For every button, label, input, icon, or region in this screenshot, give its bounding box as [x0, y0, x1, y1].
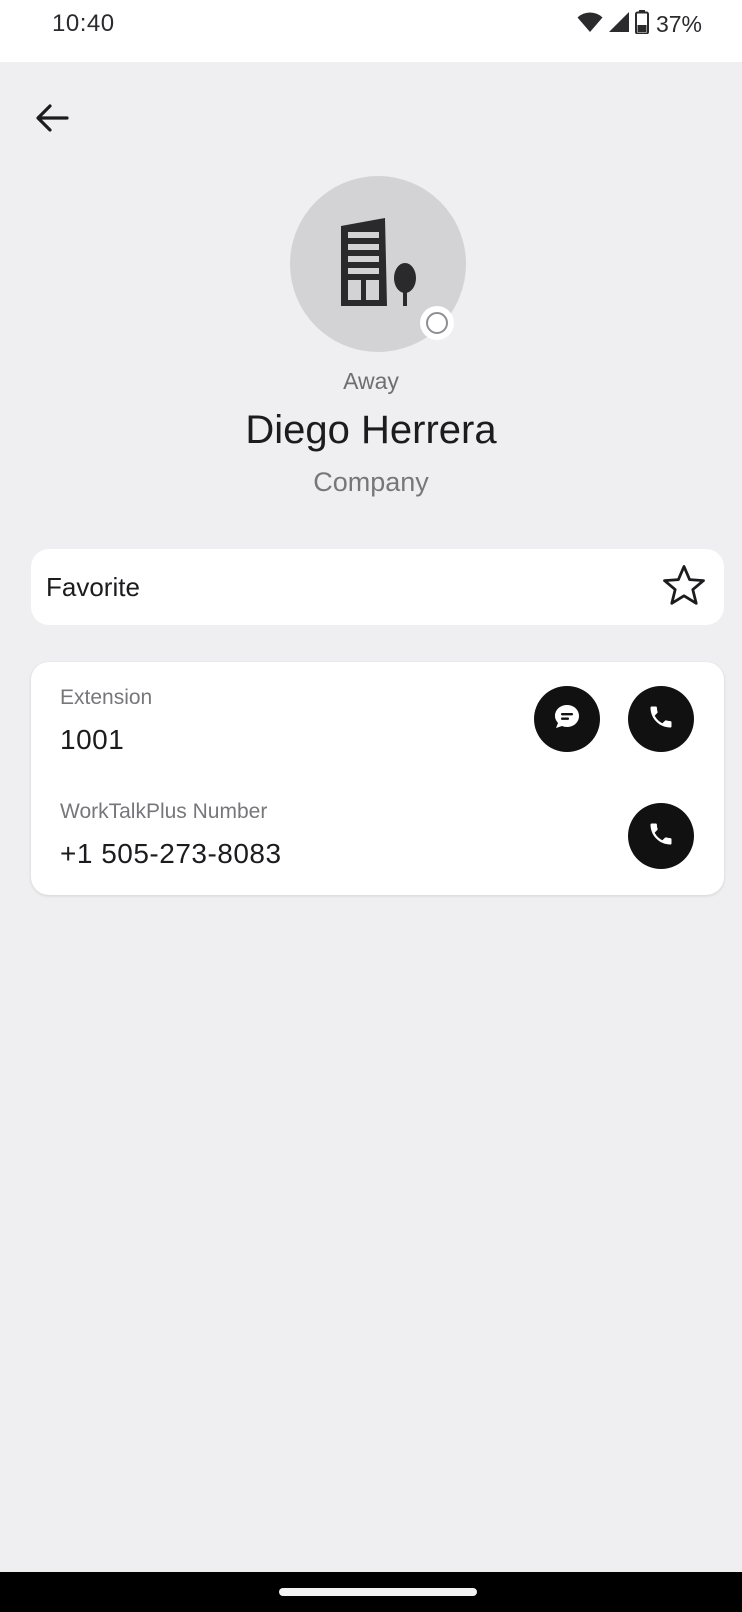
status-icons: 37% — [577, 9, 702, 39]
status-bar: 10:40 37% — [0, 0, 742, 62]
extension-row: Extension 1001 — [31, 662, 724, 772]
building-icon — [335, 214, 421, 315]
extension-label: Extension — [60, 686, 153, 709]
back-button[interactable] — [30, 98, 74, 142]
star-outline-icon — [662, 564, 706, 611]
battery-icon — [634, 9, 649, 39]
favorite-toggle[interactable] — [658, 561, 710, 613]
presence-status: Away — [343, 368, 399, 394]
arrow-left-icon — [35, 103, 69, 138]
contact-type: Company — [313, 467, 429, 497]
worktalkplus-label: WorkTalkPlus Number — [60, 800, 268, 823]
phone-icon — [647, 703, 675, 736]
extension-value: 1001 — [60, 724, 125, 755]
worktalkplus-value: +1 505-273-8083 — [60, 838, 282, 869]
call-worktalkplus-button[interactable] — [628, 803, 694, 869]
battery-percent: 37% — [655, 10, 702, 37]
worktalkplus-row: WorkTalkPlus Number +1 505-273-8083 — [31, 778, 724, 888]
message-button[interactable] — [534, 686, 600, 752]
contact-numbers-card: Extension 1001 WorkTalkPlus Number +1 50… — [31, 662, 724, 895]
message-icon — [552, 702, 582, 737]
favorite-row[interactable]: Favorite — [31, 549, 724, 625]
presence-ring — [426, 312, 448, 334]
favorite-label: Favorite — [46, 571, 140, 602]
phone-icon — [647, 820, 675, 853]
wifi-icon — [577, 11, 603, 38]
presence-indicator — [420, 306, 454, 340]
status-time: 10:40 — [52, 10, 115, 37]
signal-icon — [608, 11, 630, 38]
call-extension-button[interactable] — [628, 686, 694, 752]
contact-name: Diego Herrera — [245, 408, 497, 452]
home-gesture-handle[interactable] — [279, 1588, 477, 1596]
system-nav-bar — [0, 1572, 742, 1612]
